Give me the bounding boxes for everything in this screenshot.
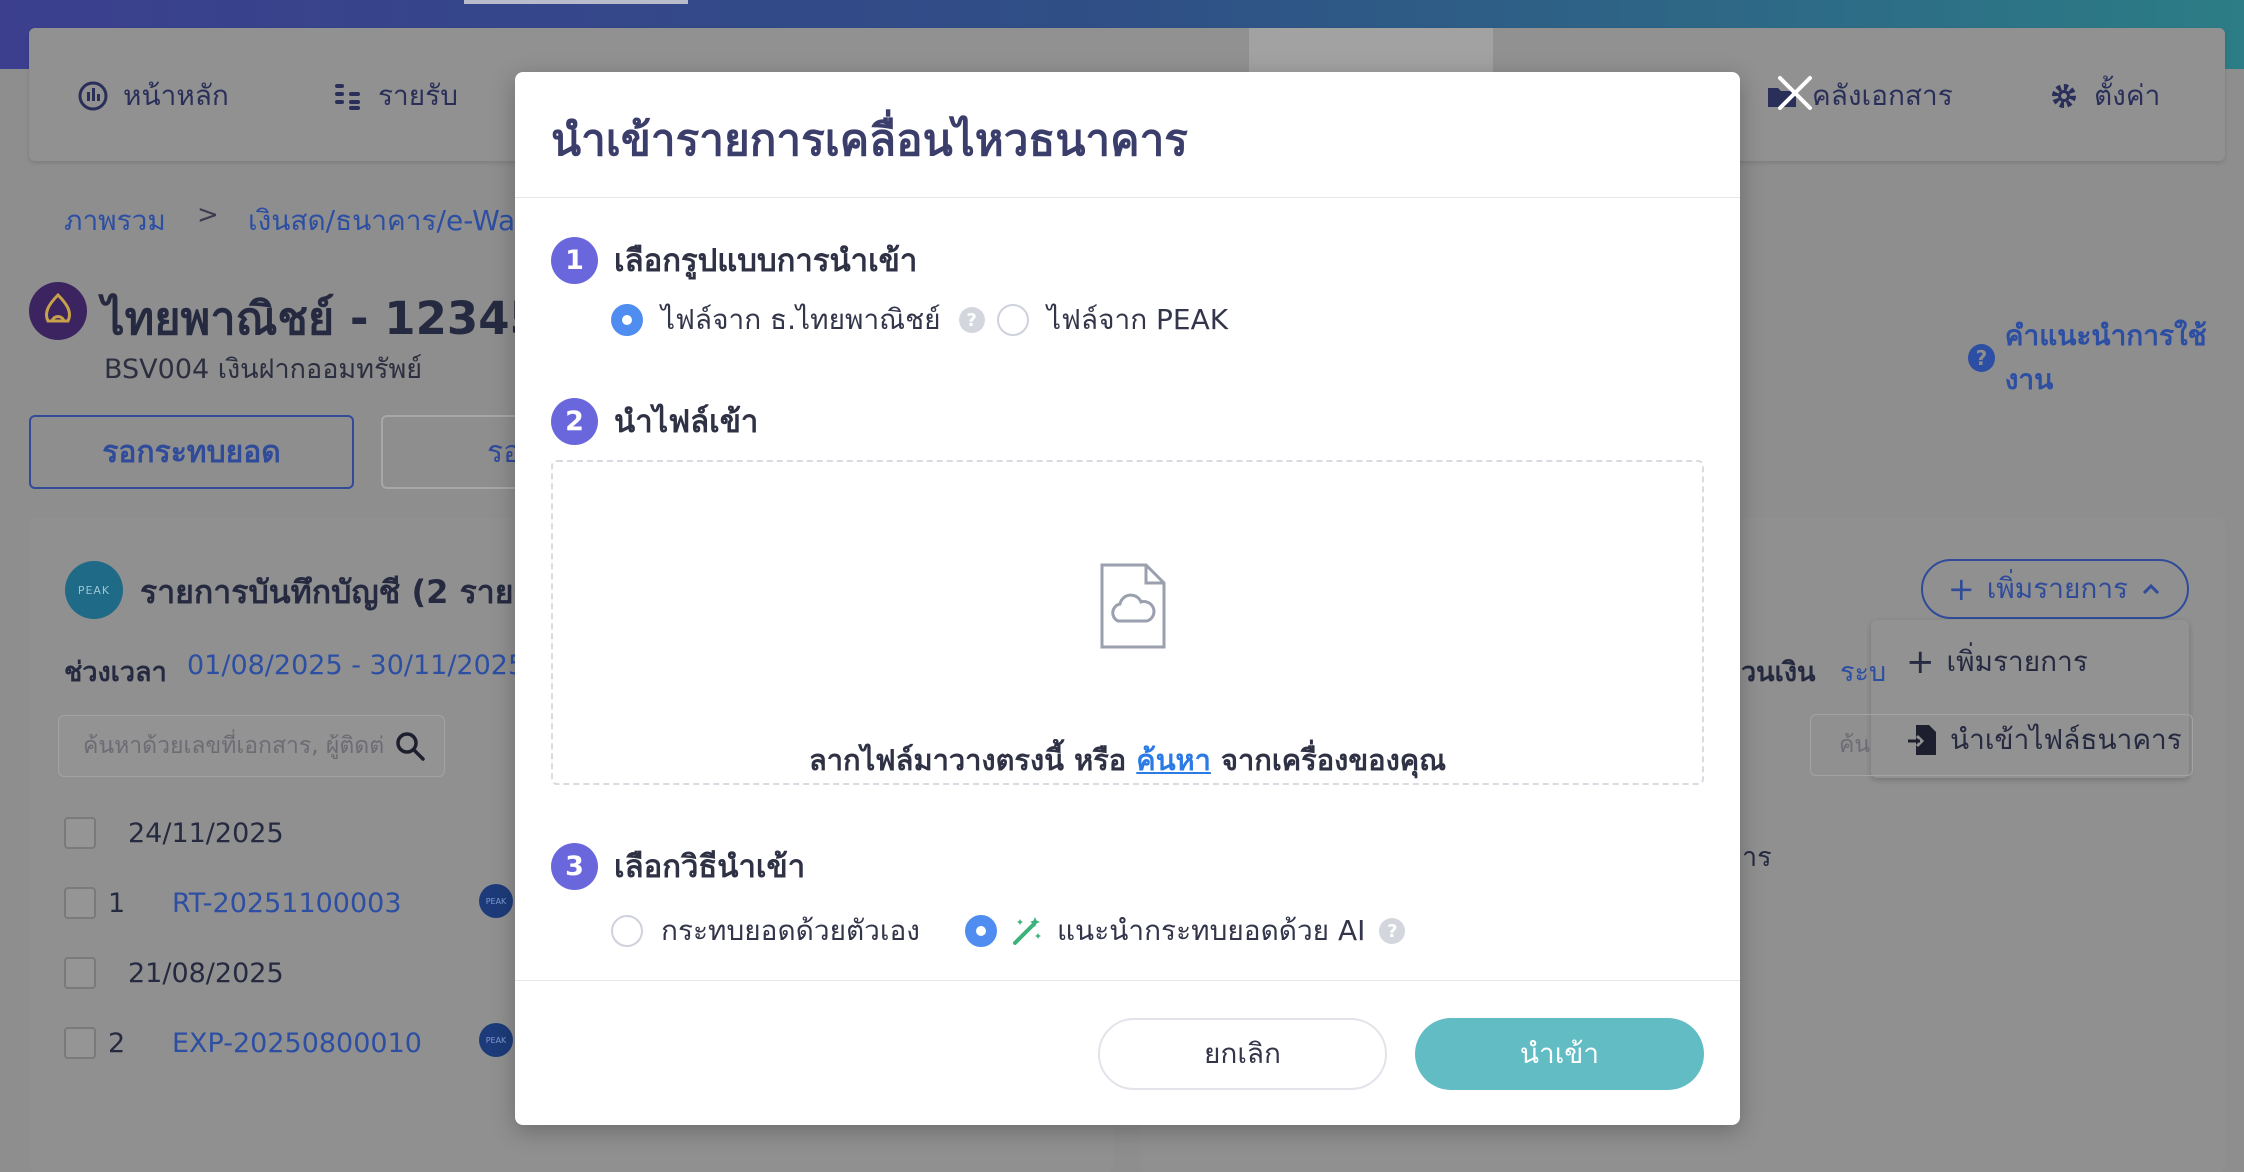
search-icon[interactable] [394,730,426,762]
usage-guide-label: คำแนะนำการใช้งาน [2004,319,2207,396]
header-tab-indicator [464,0,688,4]
plus-icon: + [1906,642,1935,682]
ledger-search-input[interactable]: ค้นหาด้วยเลขที่เอกสาร, ผู้ติดต่ [58,715,445,777]
radio-selected[interactable] [611,304,643,336]
magic-wand-icon [1013,917,1041,945]
date-group-label: 24/11/2025 [128,818,284,849]
radio-unselected[interactable] [611,915,643,947]
option-label: ไฟล์จาก ธ.ไทยพาณิชย์ [661,303,941,336]
add-item-label: เพิ่มรายการ [1986,572,2129,605]
row-checkbox[interactable] [64,1027,96,1059]
peak-badge-icon: PEAK [479,884,513,918]
help-circle-icon: ? [1968,344,1995,372]
nav-documents-label: คลังเอกสาร [1812,79,1953,112]
plus-icon: + [1947,570,1975,608]
drop-instructions: ลากไฟล์มาวางตรงนี้ หรือ ค้นหา จากเครื่อง… [553,737,1702,783]
option-label: กระทบยอดด้วยตัวเอง [661,914,920,947]
row-number: 1 [108,888,126,919]
tab-pending-reconcile[interactable]: รอกระทบยอด [29,415,354,489]
bank-emblem-icon [44,292,72,323]
account-title: ไทยพาณิชย์ - 123456 [102,292,573,345]
row-checkbox[interactable] [64,817,96,849]
statement-search-input[interactable]: ค้น [1810,714,2193,776]
amount-label: วนเงิน [1741,657,1816,688]
chevron-up-icon [2143,583,2160,595]
period-value[interactable]: 01/08/2025 - 30/11/2025 [187,650,525,681]
breadcrumb-current[interactable]: เงินสด/ธนาคาร/e-Walle [248,199,548,243]
breadcrumb-separator: > [197,200,219,230]
step-3-header: 3 เลือกวิธีนำเข้า [551,841,805,891]
peak-badge-icon: PEAK [479,1023,513,1057]
row-checkbox[interactable] [64,957,96,989]
drop-text-before: ลากไฟล์มาวางตรงนี้ หรือ [808,743,1127,777]
option-ai-reconcile[interactable]: แนะนำกระทบยอดด้วย AI ? [965,909,1406,953]
nav-income-label: รายรับ [378,79,458,112]
option-scb-file[interactable]: ไฟล์จาก ธ.ไทยพาณิชย์ ? [611,298,985,342]
step-label: นำไฟล์เข้า [614,404,759,440]
modal-footer-divider [515,980,1740,981]
step-label: เลือกวิธีนำเข้า [614,849,806,885]
period-label: ช่วงเวลา [64,657,167,688]
nav-settings-label: ตั้งค่า [2094,79,2161,112]
coins-icon [335,84,360,110]
account-subtitle: BSV004 เงินฝากออมทรัพย์ [104,354,423,385]
radio-selected[interactable] [965,915,997,947]
document-link[interactable]: EXP-20250800010 [172,1028,422,1059]
nav-settings[interactable]: ตั้งค่า [2048,74,2160,118]
amount-value[interactable]: ระบ [1840,650,1886,693]
import-bank-modal: นำเข้ารายการเคลื่อนไหวธนาคาร 1 เลือกรูปแ… [515,72,1740,1125]
date-group-label: 21/08/2025 [128,958,284,989]
nav-income[interactable]: รายรับ [332,74,458,118]
usage-guide-link[interactable]: ? คำแนะนำการใช้งาน [1968,314,2244,402]
step-1-header: 1 เลือกรูปแบบการนำเข้า [551,235,917,285]
step-2-header: 2 นำไฟล์เข้า [551,396,758,446]
row-checkbox[interactable] [64,887,96,919]
document-link[interactable]: RT-20251100003 [172,888,402,919]
nav-home[interactable]: หน้าหลัก [77,74,229,118]
dashboard-icon [78,81,108,111]
option-label: แนะนำกระทบยอดด้วย AI [1057,914,1366,947]
step-label: เลือกรูปแบบการนำเข้า [614,243,918,279]
drop-text-after: จากเครื่องของคุณ [1221,743,1447,777]
radio-unselected[interactable] [997,304,1029,336]
peak-logo: PEAK [65,561,123,619]
ledger-search-placeholder: ค้นหาด้วยเลขที่เอกสาร, ผู้ติดต่ [83,733,385,759]
bank-logo [29,282,87,340]
breadcrumb-root[interactable]: ภาพรวม [64,199,166,243]
option-peak-file[interactable]: ไฟล์จาก PEAK [997,298,1228,342]
dropdown-add-item[interactable]: + เพิ่มรายการ [1906,640,2088,684]
file-drop-zone[interactable]: ลากไฟล์มาวางตรงนี้ หรือ ค้นหา จากเครื่อง… [551,460,1704,785]
file-upload-icon [1100,563,1166,649]
gear-icon [2052,84,2076,108]
step-number: 1 [551,236,598,284]
browse-link[interactable]: ค้นหา [1136,743,1211,777]
cancel-button[interactable]: ยกเลิก [1098,1018,1387,1090]
dropdown-add-item-label: เพิ่มรายการ [1946,645,2088,678]
option-label: ไฟล์จาก PEAK [1047,303,1229,336]
help-icon[interactable]: ? [1379,918,1406,944]
modal-header: นำเข้ารายการเคลื่อนไหวธนาคาร [515,72,1740,198]
close-icon[interactable] [1770,68,1820,118]
import-button[interactable]: นำเข้า [1415,1018,1704,1090]
option-manual-reconcile[interactable]: กระทบยอดด้วยตัวเอง [611,909,920,953]
modal-title: นำเข้ารายการเคลื่อนไหวธนาคาร [551,115,1188,166]
help-icon[interactable]: ? [958,307,985,333]
ledger-title: รายการบันทึกบัญชี (2 รายกา [140,573,551,611]
add-item-button[interactable]: + เพิ่มรายการ [1921,559,2189,619]
row-number: 2 [108,1028,126,1059]
nav-home-label: หน้าหลัก [123,79,229,112]
step-number: 2 [551,397,598,445]
statement-row-text: าร [1742,842,1772,873]
step-number: 3 [551,842,598,890]
